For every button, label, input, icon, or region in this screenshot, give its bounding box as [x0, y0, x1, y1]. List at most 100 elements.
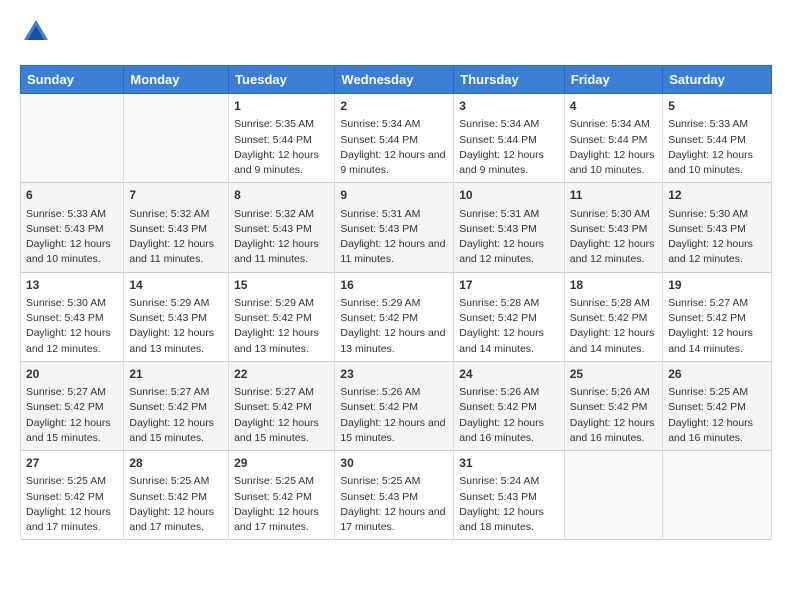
sunset-text: Sunset: 5:42 PM — [570, 311, 657, 326]
sunset-text: Sunset: 5:43 PM — [129, 222, 223, 237]
sunset-text: Sunset: 5:42 PM — [668, 311, 766, 326]
daylight-text: Daylight: 12 hours and 15 minutes. — [340, 416, 448, 446]
daylight-text: Daylight: 12 hours and 13 minutes. — [234, 326, 329, 356]
sunrise-text: Sunrise: 5:26 AM — [340, 385, 448, 400]
sunset-text: Sunset: 5:42 PM — [459, 400, 559, 415]
calendar-cell: 16 Sunrise: 5:29 AMSunset: 5:42 PMDayligh… — [335, 272, 454, 361]
day-header-saturday: Saturday — [663, 66, 772, 94]
daylight-text: Daylight: 12 hours and 16 minutes. — [668, 416, 766, 446]
sunrise-text: Sunrise: 5:30 AM — [570, 207, 657, 222]
day-header-wednesday: Wednesday — [335, 66, 454, 94]
calendar-cell: 24Sunrise: 5:26 AMSunset: 5:42 PMDayligh… — [454, 361, 565, 450]
day-number: 7 — [129, 187, 223, 204]
daylight-text: Daylight: 12 hours and 9 minutes. — [459, 148, 559, 178]
sunrise-text: Sunrise: 5:31 AM — [459, 207, 559, 222]
page: SundayMondayTuesdayWednesdayThursdayFrid… — [0, 0, 792, 612]
day-number: 15 — [234, 277, 329, 294]
calendar-cell: 22Sunrise: 5:27 AMSunset: 5:42 PMDayligh… — [229, 361, 335, 450]
daylight-text: Daylight: 12 hours and 10 minutes. — [26, 237, 118, 267]
daylight-text: Daylight: 12 hours and 17 minutes. — [234, 505, 329, 535]
sunrise-text: Sunrise: 5:27 AM — [129, 385, 223, 400]
day-number: 24 — [459, 366, 559, 383]
day-header-sunday: Sunday — [21, 66, 124, 94]
daylight-text: Daylight: 12 hours and 15 minutes. — [129, 416, 223, 446]
calendar-cell: 2Sunrise: 5:34 AMSunset: 5:44 PMDaylight… — [335, 94, 454, 183]
daylight-text: Daylight: 12 hours and 15 minutes. — [234, 416, 329, 446]
day-number: 9 — [340, 187, 448, 204]
day-number: 30 — [340, 455, 448, 472]
sunrise-text: Sunrise: 5:25 AM — [26, 474, 118, 489]
day-number: 8 — [234, 187, 329, 204]
day-number: 12 — [668, 187, 766, 204]
sunrise-text: Sunrise: 5:25 AM — [340, 474, 448, 489]
sunset-text: Sunset: 5:42 PM — [234, 311, 329, 326]
calendar-cell — [124, 94, 229, 183]
calendar-cell: 7Sunrise: 5:32 AMSunset: 5:43 PMDaylight… — [124, 183, 229, 272]
day-number: 16 — [340, 277, 448, 294]
sunset-text: Sunset: 5:44 PM — [459, 133, 559, 148]
day-number: 28 — [129, 455, 223, 472]
day-number: 23 — [340, 366, 448, 383]
calendar-cell: 28Sunrise: 5:25 AMSunset: 5:42 PMDayligh… — [124, 451, 229, 540]
week-row-3: 13Sunrise: 5:30 AMSunset: 5:43 PMDayligh… — [21, 272, 772, 361]
sunrise-text: Sunrise: 5:32 AM — [129, 207, 223, 222]
calendar-cell: 23Sunrise: 5:26 AMSunset: 5:42 PMDayligh… — [335, 361, 454, 450]
daylight-text: Daylight: 12 hours and 10 minutes. — [570, 148, 657, 178]
calendar-table: SundayMondayTuesdayWednesdayThursdayFrid… — [20, 65, 772, 540]
sunset-text: Sunset: 5:43 PM — [340, 490, 448, 505]
sunrise-text: Sunrise: 5:29 AM — [234, 296, 329, 311]
sunset-text: Sunset: 5:42 PM — [26, 490, 118, 505]
calendar-cell: 12Sunrise: 5:30 AMSunset: 5:43 PMDayligh… — [663, 183, 772, 272]
sunrise-text: Sunrise: 5:26 AM — [570, 385, 657, 400]
sunset-text: Sunset: 5:42 PM — [234, 490, 329, 505]
daylight-text: Daylight: 12 hours and 11 minutes. — [234, 237, 329, 267]
calendar-cell: 4Sunrise: 5:34 AMSunset: 5:44 PMDaylight… — [564, 94, 662, 183]
calendar-cell: 10Sunrise: 5:31 AMSunset: 5:43 PMDayligh… — [454, 183, 565, 272]
day-number: 11 — [570, 187, 657, 204]
sunrise-text: Sunrise: 5:34 AM — [570, 117, 657, 132]
day-header-tuesday: Tuesday — [229, 66, 335, 94]
calendar-cell: 30Sunrise: 5:25 AMSunset: 5:43 PMDayligh… — [335, 451, 454, 540]
day-header-thursday: Thursday — [454, 66, 565, 94]
sunset-text: Sunset: 5:42 PM — [340, 311, 448, 326]
daylight-text: Daylight: 12 hours and 14 minutes. — [668, 326, 766, 356]
sunrise-text: Sunrise: 5:34 AM — [459, 117, 559, 132]
daylight-text: Daylight: 12 hours and 17 minutes. — [129, 505, 223, 535]
daylight-text: Daylight: 12 hours and 9 minutes. — [234, 148, 329, 178]
sunrise-text: Sunrise: 5:33 AM — [26, 207, 118, 222]
sunrise-text: Sunrise: 5:30 AM — [26, 296, 118, 311]
day-number: 18 — [570, 277, 657, 294]
calendar-cell: 13Sunrise: 5:30 AMSunset: 5:43 PMDayligh… — [21, 272, 124, 361]
calendar-cell: 5Sunrise: 5:33 AMSunset: 5:44 PMDaylight… — [663, 94, 772, 183]
sunset-text: Sunset: 5:42 PM — [26, 400, 118, 415]
calendar-cell: 11Sunrise: 5:30 AMSunset: 5:43 PMDayligh… — [564, 183, 662, 272]
sunset-text: Sunset: 5:42 PM — [129, 400, 223, 415]
daylight-text: Daylight: 12 hours and 18 minutes. — [459, 505, 559, 535]
sunset-text: Sunset: 5:43 PM — [234, 222, 329, 237]
calendar-cell: 18Sunrise: 5:28 AMSunset: 5:42 PMDayligh… — [564, 272, 662, 361]
daylight-text: Daylight: 12 hours and 14 minutes. — [570, 326, 657, 356]
sunrise-text: Sunrise: 5:29 AM — [340, 296, 448, 311]
daylight-text: Daylight: 12 hours and 12 minutes. — [570, 237, 657, 267]
daylight-text: Daylight: 12 hours and 13 minutes. — [340, 326, 448, 356]
day-number: 22 — [234, 366, 329, 383]
sunrise-text: Sunrise: 5:29 AM — [129, 296, 223, 311]
daylight-text: Daylight: 12 hours and 13 minutes. — [129, 326, 223, 356]
sunset-text: Sunset: 5:43 PM — [459, 222, 559, 237]
day-header-friday: Friday — [564, 66, 662, 94]
sunset-text: Sunset: 5:43 PM — [459, 490, 559, 505]
calendar-cell: 21Sunrise: 5:27 AMSunset: 5:42 PMDayligh… — [124, 361, 229, 450]
sunrise-text: Sunrise: 5:33 AM — [668, 117, 766, 132]
daylight-text: Daylight: 12 hours and 12 minutes. — [26, 326, 118, 356]
daylight-text: Daylight: 12 hours and 10 minutes. — [668, 148, 766, 178]
sunrise-text: Sunrise: 5:30 AM — [668, 207, 766, 222]
day-number: 14 — [129, 277, 223, 294]
sunset-text: Sunset: 5:43 PM — [26, 222, 118, 237]
day-number: 3 — [459, 98, 559, 115]
daylight-text: Daylight: 12 hours and 16 minutes. — [570, 416, 657, 446]
sunset-text: Sunset: 5:44 PM — [668, 133, 766, 148]
sunset-text: Sunset: 5:44 PM — [340, 133, 448, 148]
day-number: 20 — [26, 366, 118, 383]
calendar-cell: 20Sunrise: 5:27 AMSunset: 5:42 PMDayligh… — [21, 361, 124, 450]
daylight-text: Daylight: 12 hours and 16 minutes. — [459, 416, 559, 446]
